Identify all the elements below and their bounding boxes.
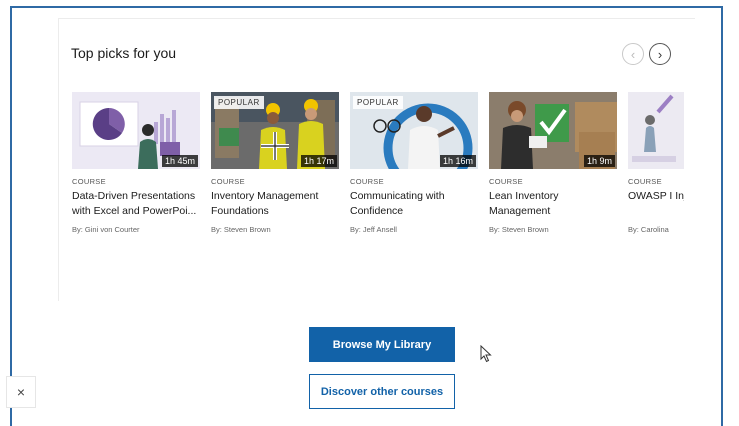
- discover-other-courses-button[interactable]: Discover other courses: [309, 374, 455, 409]
- chevron-left-icon: ‹: [630, 46, 636, 62]
- course-author: By: Steven Brown: [489, 225, 549, 234]
- duration-badge: 1h 45m: [161, 155, 198, 167]
- course-type: COURSE: [350, 177, 384, 186]
- course-author: By: Carolina: [628, 225, 669, 234]
- course-title[interactable]: Lean Inventory Management: [489, 189, 617, 219]
- course-title[interactable]: Inventory Management Foundations: [211, 189, 339, 219]
- carousel-prev-button[interactable]: ‹: [622, 43, 644, 65]
- course-card[interactable]: 1h 9m COURSE Lean Inventory Management B…: [489, 92, 617, 252]
- course-type: COURSE: [72, 177, 106, 186]
- course-card[interactable]: POPULAR 1h 16m COURSE Communicating with…: [350, 92, 478, 252]
- course-title[interactable]: Communicating with Confidence: [350, 189, 478, 219]
- course-card[interactable]: POPULAR 1h 17m COURSE Inventory Manageme…: [211, 92, 339, 252]
- section-title: Top picks for you: [71, 45, 177, 61]
- browse-my-library-button[interactable]: Browse My Library: [309, 327, 455, 362]
- course-author: By: Jeff Ansell: [350, 225, 397, 234]
- course-author: By: Gini von Courter: [72, 225, 140, 234]
- course-thumbnail[interactable]: POPULAR 1h 16m: [350, 92, 478, 169]
- top-picks-panel: Top picks for you ‹ › 1h 45m COURSE Data…: [58, 18, 695, 301]
- security-illustration: [628, 92, 684, 169]
- duration-badge: 1h 9m: [583, 155, 615, 167]
- close-button[interactable]: ×: [6, 376, 36, 408]
- course-type: COURSE: [489, 177, 523, 186]
- course-title[interactable]: OWASP I Injection: [628, 189, 684, 219]
- course-type: COURSE: [628, 177, 662, 186]
- course-thumbnail[interactable]: POPULAR 1h 17m: [211, 92, 339, 169]
- course-author: By: Steven Brown: [211, 225, 271, 234]
- close-icon: ×: [16, 384, 26, 400]
- course-carousel: 1h 45m COURSE Data-Driven Presentations …: [72, 92, 684, 252]
- carousel-next-button[interactable]: ›: [649, 43, 671, 65]
- duration-badge: 1h 16m: [439, 155, 476, 167]
- course-type: COURSE: [211, 177, 245, 186]
- duration-badge: 1h 17m: [300, 155, 337, 167]
- chevron-right-icon: ›: [657, 46, 663, 62]
- popular-badge: POPULAR: [353, 96, 403, 109]
- course-title[interactable]: Data-Driven Presentations with Excel and…: [72, 189, 200, 219]
- popular-badge: POPULAR: [214, 96, 264, 109]
- course-card[interactable]: COURSE OWASP I Injection By: Carolina: [628, 92, 684, 252]
- mouse-pointer-icon: [480, 345, 492, 363]
- course-card[interactable]: 1h 45m COURSE Data-Driven Presentations …: [72, 92, 200, 252]
- course-thumbnail[interactable]: 1h 45m: [72, 92, 200, 169]
- course-thumbnail[interactable]: 1h 9m: [489, 92, 617, 169]
- course-thumbnail[interactable]: [628, 92, 684, 169]
